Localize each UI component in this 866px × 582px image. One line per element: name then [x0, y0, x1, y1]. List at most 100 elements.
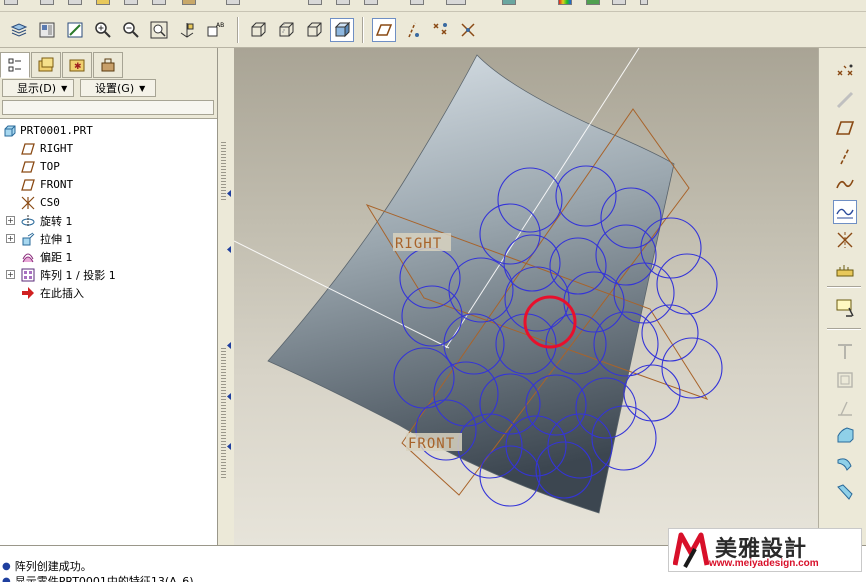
tree-item-label: 拉伸 1 [40, 232, 73, 246]
color-appearance-icon[interactable] [558, 0, 572, 5]
toolbar-icon[interactable] [96, 0, 110, 5]
tab-connections[interactable] [93, 52, 123, 78]
toolbar-icon[interactable] [4, 0, 18, 5]
collapse-left-icon[interactable] [227, 443, 231, 450]
toolbar-icon[interactable] [40, 0, 54, 5]
toolbar-icon[interactable] [308, 0, 322, 5]
toolbar-icon[interactable] [364, 0, 378, 5]
datum-label-right[interactable]: RIGHT [395, 236, 442, 252]
tree-item-extrude[interactable]: + 拉伸 1 [0, 230, 217, 247]
model-canvas[interactable]: RIGHT FRONT [234, 48, 818, 545]
shading-icon[interactable] [330, 18, 354, 42]
datum-plane-tool-icon[interactable] [833, 116, 857, 140]
zoom-out-icon[interactable] [119, 18, 143, 42]
toolbar-separator [362, 17, 364, 43]
toolbar-icon[interactable] [182, 0, 196, 5]
tree-item-right[interactable]: RIGHT [0, 140, 217, 157]
view-manager-icon[interactable] [35, 18, 59, 42]
message-bullet-icon: ● [2, 560, 11, 572]
toolbar-icon[interactable] [124, 0, 138, 5]
settings-menu-label: 设置(G) [95, 82, 135, 95]
toolbar-icon[interactable] [640, 0, 648, 5]
draft-tool-icon[interactable] [833, 396, 857, 420]
datum-plane-icon [21, 160, 35, 174]
coordinate-system-tool-icon[interactable] [833, 228, 857, 252]
hole-tool-icon[interactable] [833, 340, 857, 364]
coordinate-systems-toggle-icon[interactable] [456, 18, 480, 42]
shell-tool-icon[interactable] [833, 368, 857, 392]
message-text: 阵列创建成功。 [14, 560, 92, 573]
tree-item-offset[interactable]: 偏距 1 [0, 248, 217, 265]
datum-points-toggle-icon[interactable] [428, 18, 452, 42]
toolbar-icon[interactable] [226, 0, 240, 5]
graphics-window[interactable]: RIGHT FRONT [234, 48, 818, 545]
sketch-tool-icon[interactable] [833, 296, 857, 320]
revolve-icon [21, 214, 35, 228]
tree-item-front[interactable]: FRONT [0, 176, 217, 193]
no-hidden-icon[interactable] [302, 18, 326, 42]
tab-favorites[interactable]: ✱ [62, 52, 92, 78]
datum-axis-tool-icon[interactable] [833, 144, 857, 168]
collapse-left-icon[interactable] [227, 393, 231, 400]
expand-toggle[interactable]: + [6, 270, 15, 279]
tree-item-csys[interactable]: CS0 [0, 194, 217, 211]
toolbar-icon[interactable] [586, 0, 600, 5]
datum-axes-toggle-icon[interactable] [400, 18, 424, 42]
datum-plane-icon [21, 178, 35, 192]
tree-item-revolve[interactable]: + 旋转 1 [0, 212, 217, 229]
chamfer-tool-icon[interactable] [833, 452, 857, 476]
tab-model-tree[interactable] [0, 52, 30, 78]
round-tool-icon[interactable] [833, 424, 857, 448]
tree-item-label: FRONT [40, 178, 74, 191]
pattern-icon [21, 268, 35, 282]
tree-item-pattern[interactable]: + 阵列 1 / 投影 1 [0, 266, 217, 283]
toolbar-icon[interactable] [68, 0, 82, 5]
tree-item-top[interactable]: TOP [0, 158, 217, 175]
repaint-icon[interactable] [63, 18, 87, 42]
collapse-left-icon[interactable] [227, 342, 231, 349]
hidden-line-icon[interactable] [274, 18, 298, 42]
zoom-in-icon[interactable] [91, 18, 115, 42]
sketch-tool-icon[interactable] [833, 88, 857, 112]
toolbar-icon[interactable] [612, 0, 626, 5]
offset-surface[interactable] [267, 54, 675, 514]
sketched-curve-tool-icon[interactable] [833, 200, 857, 224]
toolbar-icon[interactable] [152, 0, 166, 5]
toolbar-icon[interactable] [336, 0, 350, 5]
analysis-tool-icon[interactable] [833, 256, 857, 280]
extrude-icon [21, 232, 35, 246]
panel-splitter[interactable] [218, 48, 234, 545]
show-menu-button[interactable]: 显示(D) ▼ [2, 79, 74, 97]
tree-filter-field[interactable] [2, 100, 214, 115]
tree-item-root[interactable]: PRT0001.PRT [0, 122, 217, 139]
toolbar-icon[interactable] [502, 0, 516, 5]
collapse-left-icon[interactable] [227, 190, 231, 197]
datum-point-tool-icon[interactable] [833, 60, 857, 84]
datum-curve-tool-icon[interactable] [833, 172, 857, 196]
wireframe-icon[interactable] [246, 18, 270, 42]
model-tree-panel: ✱ 显示(D) ▼ 设置(G) ▼ PRT0001.PRT RIGHT TOP … [0, 48, 218, 545]
toolbar-separator [827, 328, 861, 330]
toolbar-icon[interactable] [410, 0, 424, 5]
chevron-down-icon: ▼ [61, 83, 68, 93]
rib-tool-icon[interactable] [833, 480, 857, 504]
saved-views-icon[interactable]: AB [203, 18, 227, 42]
layers-icon[interactable] [7, 18, 31, 42]
pattern-circle[interactable] [661, 337, 723, 399]
settings-menu-button[interactable]: 设置(G) ▼ [80, 79, 156, 97]
watermark-m-logo [673, 532, 710, 568]
offset-icon [21, 250, 35, 264]
reorient-icon[interactable] [175, 18, 199, 42]
toolbar-icon[interactable] [446, 0, 466, 5]
tree-item-label: 阵列 1 / 投影 1 [40, 268, 116, 282]
expand-toggle[interactable]: + [6, 234, 15, 243]
refit-icon[interactable] [147, 18, 171, 42]
datum-planes-toggle-icon[interactable] [372, 18, 396, 42]
model-tree: PRT0001.PRT RIGHT TOP FRONT CS0 + 旋转 1 +… [0, 118, 217, 545]
tab-folder-browser[interactable] [31, 52, 61, 78]
pattern-circle[interactable] [641, 304, 699, 362]
collapse-left-icon[interactable] [227, 246, 231, 253]
expand-toggle[interactable]: + [6, 216, 15, 225]
datum-label-front[interactable]: FRONT [408, 436, 455, 452]
tree-item-insert-here[interactable]: 在此插入 [0, 284, 217, 301]
